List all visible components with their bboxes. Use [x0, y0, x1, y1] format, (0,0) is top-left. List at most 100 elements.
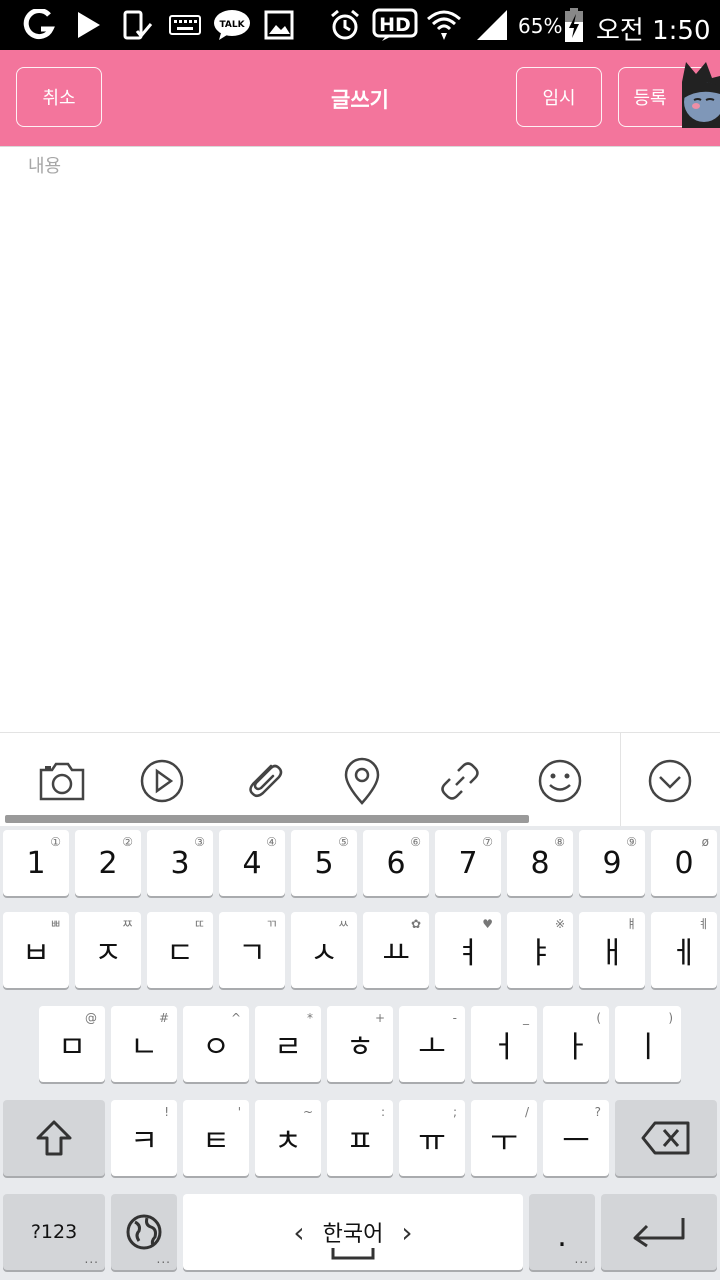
key-ㅂ[interactable]: ㅃㅂ	[3, 912, 69, 988]
key-hint: ㅆ	[337, 917, 349, 931]
key-label: 1	[26, 845, 46, 881]
key-hint: ⑧	[554, 835, 565, 849]
key-hint: ②	[122, 835, 133, 849]
app-header: 취소 글쓰기 임시 등록	[0, 50, 720, 147]
key-ㄱ[interactable]: ㄲㄱ	[219, 912, 285, 988]
key-more-indicator: ...	[574, 1252, 589, 1266]
key-ㄹ[interactable]: * ㄹ	[255, 1006, 321, 1082]
key-9[interactable]: ⑨9	[579, 830, 645, 896]
space-bar-icon	[331, 1248, 375, 1260]
key-ㅇ[interactable]: ^ ㅇ	[183, 1006, 249, 1082]
key-ㅗ[interactable]: -ㅗ	[399, 1006, 465, 1082]
key-ㅈ[interactable]: ㅉㅈ	[75, 912, 141, 988]
key-label: 3	[170, 845, 190, 881]
key-ㅣ[interactable]: ) ㅣ	[615, 1006, 681, 1082]
battery-percent: 65%	[518, 14, 563, 38]
collapse-icon[interactable]	[640, 751, 700, 811]
key-6[interactable]: ⑥6	[363, 830, 429, 896]
symbols-label: ?123	[30, 1221, 78, 1243]
key-hint: ㄲ	[265, 917, 277, 931]
key-3[interactable]: ③3	[147, 830, 213, 896]
period-label: .	[557, 1218, 567, 1254]
key-hint: ♥	[482, 917, 493, 931]
key-label: ㄷ	[166, 936, 194, 971]
key-hint: ㅉ	[121, 917, 133, 931]
key-ㅏ[interactable]: (ㅏ	[543, 1006, 609, 1082]
key-hint: ⑦	[482, 835, 493, 849]
location-icon[interactable]	[332, 751, 392, 811]
key-ㅜ[interactable]: / ㅜ	[471, 1100, 537, 1176]
alarm-icon	[328, 8, 362, 42]
camera-icon[interactable]	[32, 751, 92, 811]
cancel-button[interactable]: 취소	[16, 67, 102, 127]
svg-text:HD: HD	[379, 14, 411, 36]
key-label: ㅣ	[634, 1030, 662, 1065]
keyboard-icon	[168, 8, 202, 42]
key-ㅛ[interactable]: ✿ ㅛ	[363, 912, 429, 988]
key-label: 6	[386, 845, 406, 881]
save-draft-button[interactable]: 임시	[516, 67, 602, 127]
signal-icon	[474, 8, 510, 42]
key-7[interactable]: ⑦7	[435, 830, 501, 896]
shift-icon	[36, 1120, 72, 1156]
key-ㅍ[interactable]: :ㅍ	[327, 1100, 393, 1176]
key-ㄴ[interactable]: # ㄴ	[111, 1006, 177, 1082]
content-editor[interactable]	[0, 147, 720, 732]
key-hint: ⑨	[626, 835, 637, 849]
key-2[interactable]: ②2	[75, 830, 141, 896]
language-label: 한국어	[322, 1222, 384, 1247]
language-next-arrow: ›	[401, 1215, 413, 1249]
attachment-icon[interactable]	[234, 751, 294, 811]
key-hint: ~	[302, 1105, 313, 1119]
key-label: ㄴ	[130, 1030, 158, 1065]
period-key[interactable]: . ...	[529, 1194, 595, 1270]
key-5[interactable]: ⑤5	[291, 830, 357, 896]
key-hint: ✿	[410, 917, 421, 931]
key-4[interactable]: ④4	[219, 830, 285, 896]
key-hint: ⑤	[338, 835, 349, 849]
key-ㅑ[interactable]: ※ ㅑ	[507, 912, 573, 988]
enter-icon	[633, 1218, 685, 1248]
svg-text:TALK: TALK	[219, 20, 245, 30]
emoji-icon[interactable]	[530, 751, 590, 811]
globe-icon	[126, 1214, 162, 1250]
key-ㅅ[interactable]: ㅆㅅ	[291, 912, 357, 988]
enter-key[interactable]	[601, 1194, 717, 1270]
key-ㅓ[interactable]: _ ㅓ	[471, 1006, 537, 1082]
key-label: ㅕ	[454, 936, 482, 971]
shift-key[interactable]	[3, 1100, 105, 1176]
key-label: 8	[530, 845, 550, 881]
keyboard: ①1②2③3④4⑤5⑥6⑦7⑧8⑨9ø0 ㅃㅂㅉㅈㄸㄷㄲㄱㅆㅅ ✿ ㅛ ♥ ㅕ ※ ㅑㅒㅐㅖ…	[0, 826, 720, 1280]
symbols-key[interactable]: ?123 ...	[3, 1194, 105, 1270]
key-label: ㅠ	[418, 1124, 446, 1159]
language-key[interactable]: ...	[111, 1194, 177, 1270]
key-ㅔ[interactable]: ㅖㅔ	[651, 912, 717, 988]
space-key[interactable]: ‹ 한국어 ›	[183, 1194, 523, 1270]
key-1[interactable]: ①1	[3, 830, 69, 896]
key-hint: ?	[594, 1105, 601, 1119]
key-ㅠ[interactable]: ; ㅠ	[399, 1100, 465, 1176]
key-ㅎ[interactable]: + ㅎ	[327, 1006, 393, 1082]
key-ㅐ[interactable]: ㅒㅐ	[579, 912, 645, 988]
backspace-key[interactable]	[615, 1100, 717, 1176]
key-ㅌ[interactable]: ' ㅌ	[183, 1100, 249, 1176]
key-label: ㅎ	[346, 1030, 374, 1065]
key-hint: @	[85, 1011, 97, 1025]
key-hint: ㅒ	[625, 917, 637, 931]
key-label: ㅊ	[274, 1124, 302, 1159]
key-8[interactable]: ⑧8	[507, 830, 573, 896]
key-ㄷ[interactable]: ㄸㄷ	[147, 912, 213, 988]
key-label: 7	[458, 845, 478, 881]
key-more-indicator: ...	[84, 1252, 99, 1266]
key-label: ㅂ	[22, 936, 50, 971]
key-ㅋ[interactable]: ! ㅋ	[111, 1100, 177, 1176]
key-ㅁ[interactable]: @ ㅁ	[39, 1006, 105, 1082]
link-icon[interactable]	[430, 751, 490, 811]
key-label: ㅇ	[202, 1030, 230, 1065]
wifi-icon	[426, 8, 462, 42]
key-ㅕ[interactable]: ♥ ㅕ	[435, 912, 501, 988]
key-0[interactable]: ø0	[651, 830, 717, 896]
key-ㅊ[interactable]: ~ ㅊ	[255, 1100, 321, 1176]
key-ㅡ[interactable]: ? ㅡ	[543, 1100, 609, 1176]
video-icon[interactable]	[132, 751, 192, 811]
